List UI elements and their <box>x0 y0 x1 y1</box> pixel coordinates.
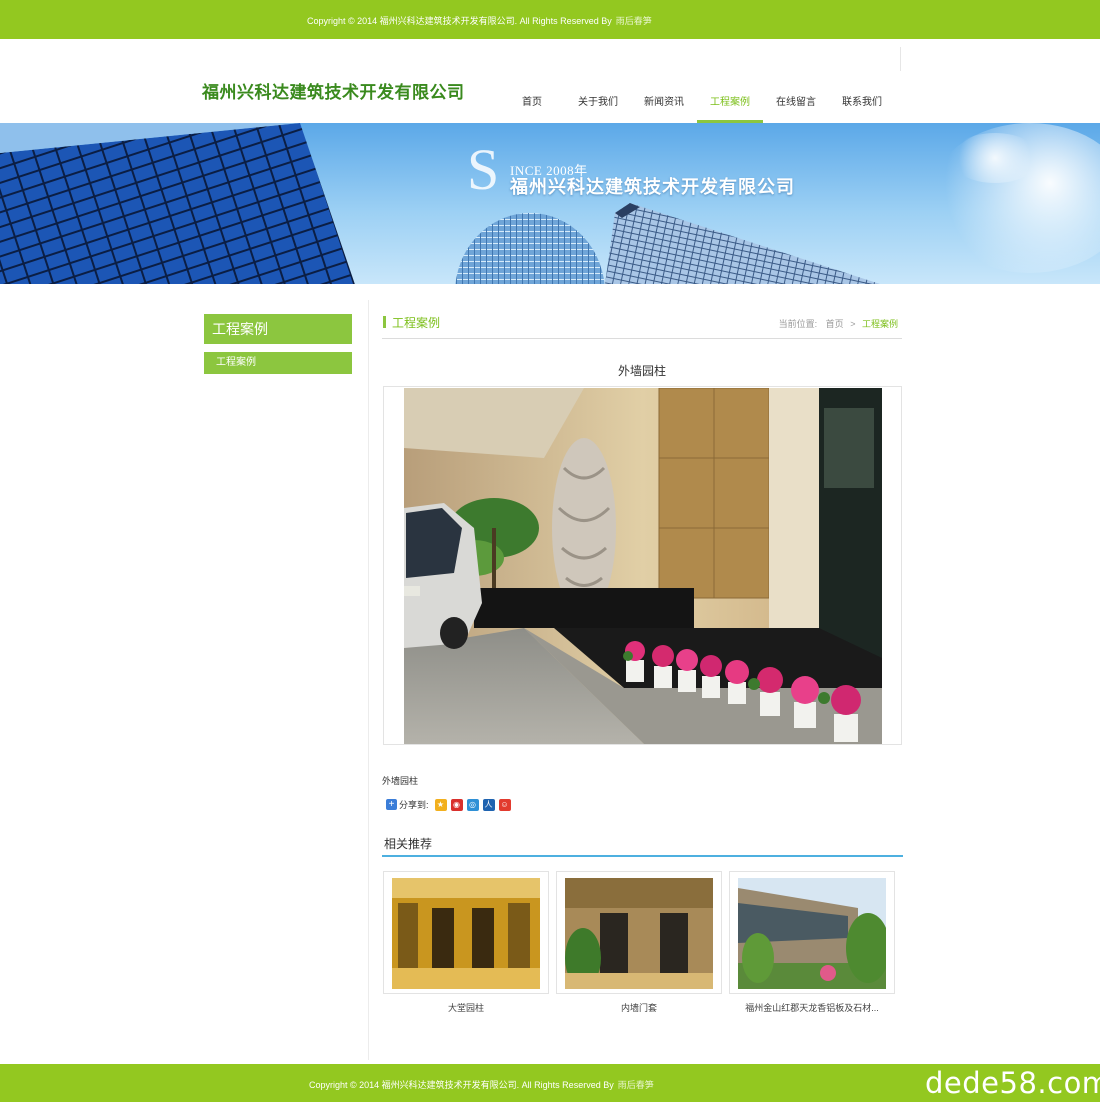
article-image <box>404 388 882 744</box>
sidebar-item-cases[interactable]: 工程案例 <box>204 352 352 374</box>
related-header: 相关推荐 <box>382 834 903 857</box>
section-title: 工程案例 <box>392 316 441 330</box>
main-nav: 首页 关于我们 新闻资讯 工程案例 在线留言 联系我们 <box>499 89 895 123</box>
kaixin-icon[interactable]: ☺ <box>498 798 511 811</box>
nav-item-contact[interactable]: 联系我们 <box>829 89 895 123</box>
share-bar: + 分享到: ★ ◉ ◎ 人 ☺ <box>386 798 515 811</box>
related-thumb-door-frame[interactable] <box>565 878 713 989</box>
breadcrumb-prefix: 当前位置: <box>778 319 818 329</box>
share-label[interactable]: 分享到: <box>399 798 429 811</box>
section-header: 工程案例 当前位置: 首页 > 工程案例 <box>382 300 902 339</box>
watermark-text: dede58.com <box>925 1066 1100 1100</box>
top-copyright: Copyright © 2014 福州兴科达建筑技术开发有限公司. All Ri… <box>307 14 652 27</box>
related-item[interactable]: 福州金山红郡天龙香铝板及石材... <box>729 871 895 1014</box>
article-image-frame <box>383 386 902 745</box>
banner-since-letter: S <box>467 137 500 202</box>
related-item-name: 福州金山红郡天龙香铝板及石材... <box>745 1003 879 1013</box>
breadcrumb-current[interactable]: 工程案例 <box>862 319 898 329</box>
related-thumb-lobby-pillar[interactable] <box>392 878 540 989</box>
top-author-link[interactable]: 雨后春笋 <box>616 16 652 26</box>
breadcrumb: 当前位置: 首页 > 工程案例 <box>779 317 898 330</box>
related-heading: 相关推荐 <box>384 837 433 851</box>
nav-item-cases[interactable]: 工程案例 <box>697 89 763 123</box>
related-thumb-frame <box>729 871 895 994</box>
related-thumb-jinshan[interactable] <box>738 878 886 989</box>
nav-item-message[interactable]: 在线留言 <box>763 89 829 123</box>
cloud-decoration-small <box>950 133 1040 183</box>
related-thumb-frame <box>383 871 549 994</box>
breadcrumb-home[interactable]: 首页 <box>826 319 844 329</box>
nav-item-about[interactable]: 关于我们 <box>565 89 631 123</box>
header-divider <box>900 47 901 71</box>
related-item[interactable]: 内墙门套 <box>556 871 722 1014</box>
renren-icon[interactable]: 人 <box>482 798 495 811</box>
article-title: 外墙园柱 <box>617 364 666 378</box>
related-list: 大堂园柱 内墙门套 福州金山红郡天龙香铝板及石材... <box>383 871 903 1014</box>
sina-weibo-icon[interactable]: ◉ <box>450 798 463 811</box>
share-plus-icon[interactable]: + <box>386 799 397 810</box>
top-bar: Copyright © 2014 福州兴科达建筑技术开发有限公司. All Ri… <box>0 0 1100 39</box>
exterior-pillar-photo <box>404 388 882 744</box>
site-footer: Copyright © 2014 福州兴科达建筑技术开发有限公司. All Ri… <box>0 1064 1100 1102</box>
nav-item-home[interactable]: 首页 <box>499 89 565 123</box>
site-logo[interactable]: 福州兴科达建筑技术开发有限公司 <box>202 78 465 103</box>
section-marker <box>383 316 386 328</box>
related-item[interactable]: 大堂园柱 <box>383 871 549 1014</box>
footer-copyright-text: Copyright © 2014 福州兴科达建筑技术开发有限公司. All Ri… <box>309 1080 614 1090</box>
nav-item-news[interactable]: 新闻资讯 <box>631 89 697 123</box>
sidebar-title: 工程案例 <box>204 314 352 344</box>
content-divider <box>368 300 369 1060</box>
hero-banner: S INCE 2008年 福州兴科达建筑技术开发有限公司 <box>0 123 1100 284</box>
top-copyright-text: Copyright © 2014 福州兴科达建筑技术开发有限公司. All Ri… <box>307 16 612 26</box>
related-item-name: 内墙门套 <box>620 1003 657 1013</box>
tencent-weibo-icon[interactable]: ◎ <box>466 798 479 811</box>
related-item-name: 大堂园柱 <box>447 1003 484 1013</box>
related-thumb-frame <box>556 871 722 994</box>
footer-author-link[interactable]: 雨后春笋 <box>618 1080 654 1090</box>
qzone-icon[interactable]: ★ <box>434 798 447 811</box>
sidebar: 工程案例 工程案例 <box>204 314 352 374</box>
banner-company-name: 福州兴科达建筑技术开发有限公司 <box>510 177 795 197</box>
article-caption: 外墙园柱 <box>382 776 419 786</box>
footer-copyright: Copyright © 2014 福州兴科达建筑技术开发有限公司. All Ri… <box>309 1078 654 1091</box>
site-header: 福州兴科达建筑技术开发有限公司 首页 关于我们 新闻资讯 工程案例 在线留言 联… <box>0 39 1100 123</box>
breadcrumb-separator: > <box>850 319 856 329</box>
